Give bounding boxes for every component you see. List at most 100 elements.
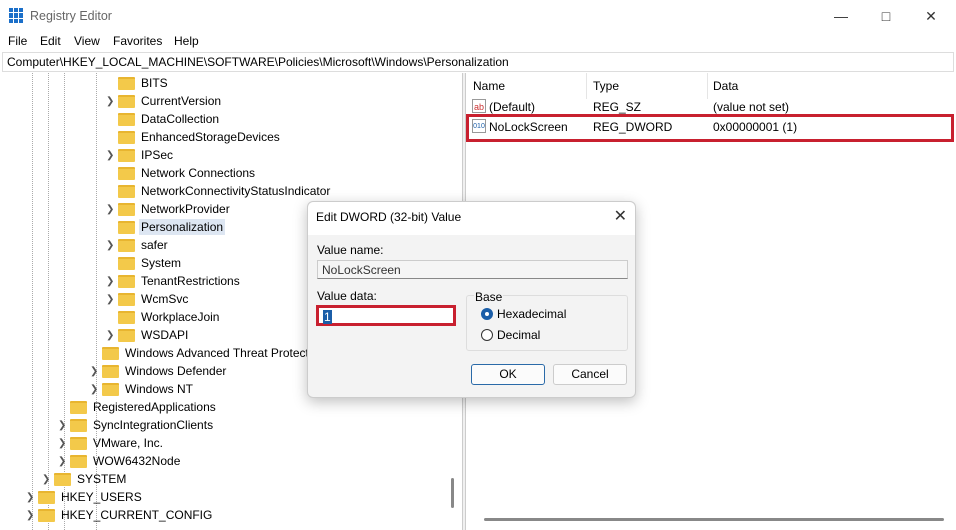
tree-item-label: Network Connections xyxy=(141,166,256,180)
chevron-right-icon[interactable]: ❯ xyxy=(26,492,34,503)
menu-favorites[interactable]: Favorites xyxy=(113,34,162,48)
close-button[interactable]: ✕ xyxy=(916,6,946,26)
tree-item-label: RegisteredApplications xyxy=(93,400,216,414)
tree-item[interactable]: Personalization xyxy=(106,218,226,236)
tree-item-label: HKEY_USERS xyxy=(61,490,142,504)
tree-item[interactable]: ❯ WcmSvc xyxy=(106,290,190,308)
folder-icon xyxy=(38,508,55,522)
chevron-right-icon[interactable]: ❯ xyxy=(106,150,114,161)
tree-item[interactable]: Windows Advanced Threat Protection xyxy=(90,344,327,362)
chevron-right-icon[interactable]: ❯ xyxy=(90,366,98,377)
menu-file[interactable]: File xyxy=(8,34,27,48)
cancel-button[interactable]: Cancel xyxy=(553,364,627,385)
value-name-label: Value name: xyxy=(317,243,384,257)
tree-item[interactable]: ❯ CurrentVersion xyxy=(106,92,223,110)
tree-item-label: Windows NT xyxy=(125,382,194,396)
folder-icon xyxy=(118,166,135,180)
column-name[interactable]: Name xyxy=(473,79,505,93)
tree-item-label: EnhancedStorageDevices xyxy=(141,130,280,144)
chevron-right-icon[interactable]: ❯ xyxy=(106,240,114,251)
tree-item-label: NetworkProvider xyxy=(141,202,230,216)
column-data[interactable]: Data xyxy=(713,79,738,93)
tree-item[interactable]: ❯ HKEY_USERS xyxy=(26,488,144,506)
dialog-title: Edit DWORD (32-bit) Value xyxy=(316,210,462,224)
tree-item[interactable]: ❯ VMware, Inc. xyxy=(58,434,165,452)
tree-item[interactable]: ❯ SYSTEM xyxy=(42,470,128,488)
tree-item-label: WSDAPI xyxy=(141,328,189,342)
address-bar[interactable]: Computer\HKEY_LOCAL_MACHINE\SOFTWARE\Pol… xyxy=(2,52,954,72)
ok-button[interactable]: OK xyxy=(471,364,545,385)
tree-item-label: DataCollection xyxy=(141,112,220,126)
folder-icon xyxy=(38,490,55,504)
chevron-right-icon[interactable]: ❯ xyxy=(58,456,66,467)
tree-item-label: SYSTEM xyxy=(77,472,127,486)
values-scrollbar[interactable] xyxy=(484,518,944,521)
decimal-radio[interactable]: Decimal xyxy=(481,328,540,342)
value-data-input[interactable]: 1 xyxy=(316,305,456,326)
chevron-right-icon[interactable]: ❯ xyxy=(42,474,50,485)
chevron-right-icon[interactable]: ❯ xyxy=(58,438,66,449)
tree-item[interactable]: ❯ Windows Defender xyxy=(90,362,228,380)
tree-item[interactable]: ❯ TenantRestrictions xyxy=(106,272,242,290)
tree-scrollbar[interactable] xyxy=(451,478,454,508)
tree-item[interactable]: System xyxy=(106,254,183,272)
menu-view[interactable]: View xyxy=(74,34,100,48)
tree-item[interactable]: ❯ WOW6432Node xyxy=(58,452,182,470)
column-divider[interactable] xyxy=(586,73,587,99)
edit-dword-dialog: Edit DWORD (32-bit) Value ✕ Value name: … xyxy=(307,201,636,398)
chevron-right-icon[interactable]: ❯ xyxy=(106,294,114,305)
tree-item[interactable]: ❯ SyncIntegrationClients xyxy=(58,416,215,434)
tree-item[interactable]: NetworkConnectivityStatusIndicator xyxy=(106,182,332,200)
minimize-button[interactable]: — xyxy=(826,6,856,26)
value-data-label: Value data: xyxy=(317,289,377,303)
menu-help[interactable]: Help xyxy=(174,34,199,48)
tree-item[interactable]: ❯ Windows NT xyxy=(90,380,195,398)
tree-item-label: CurrentVersion xyxy=(141,94,222,108)
tree-item-label: WOW6432Node xyxy=(93,454,181,468)
tree-item-label: Windows Defender xyxy=(125,364,227,378)
tree-item[interactable]: ❯ NetworkProvider xyxy=(106,200,232,218)
maximize-button[interactable]: □ xyxy=(871,6,901,26)
tree-item[interactable]: WorkplaceJoin xyxy=(106,308,221,326)
chevron-right-icon[interactable]: ❯ xyxy=(106,330,114,341)
tree-item[interactable]: Network Connections xyxy=(106,164,257,182)
tree-item[interactable]: DataCollection xyxy=(106,110,221,128)
tree-item-label: NetworkConnectivityStatusIndicator xyxy=(141,184,331,198)
tree-item[interactable]: ❯ safer xyxy=(106,236,170,254)
folder-icon xyxy=(70,454,87,468)
chevron-right-icon[interactable]: ❯ xyxy=(90,384,98,395)
tree-item[interactable]: ❯ HKEY_CURRENT_CONFIG xyxy=(26,506,214,524)
tree-item-label: safer xyxy=(141,238,168,252)
chevron-right-icon[interactable]: ❯ xyxy=(58,420,66,431)
string-value-icon: ab xyxy=(472,99,486,113)
folder-icon xyxy=(118,220,135,234)
folder-icon xyxy=(70,436,87,450)
title-bar: Registry Editor — □ ✕ xyxy=(0,0,956,32)
tree-item-label: Windows Advanced Threat Protection xyxy=(125,346,325,360)
tree-item-label: BITS xyxy=(141,76,168,90)
menu-edit[interactable]: Edit xyxy=(40,34,61,48)
tree-item[interactable]: ❯ WSDAPI xyxy=(106,326,190,344)
folder-icon xyxy=(102,382,119,396)
value-data: (value not set) xyxy=(713,100,790,114)
tree-item[interactable]: ❯ IPSec xyxy=(106,146,175,164)
hexadecimal-radio[interactable]: Hexadecimal xyxy=(481,307,566,321)
value-name-field: NoLockScreen xyxy=(317,260,628,279)
chevron-right-icon[interactable]: ❯ xyxy=(26,510,34,521)
tree-item-label: WorkplaceJoin xyxy=(141,310,220,324)
tree-item[interactable]: BITS xyxy=(106,74,170,92)
tree-item[interactable]: RegisteredApplications xyxy=(58,398,218,416)
value-data-text: 1 xyxy=(323,310,332,324)
close-icon[interactable]: ✕ xyxy=(614,206,627,226)
chevron-right-icon[interactable]: ❯ xyxy=(106,204,114,215)
radio-selected-icon xyxy=(481,308,493,320)
tree-guide xyxy=(32,73,33,530)
chevron-right-icon[interactable]: ❯ xyxy=(106,276,114,287)
folder-icon xyxy=(102,346,119,360)
tree-item[interactable]: EnhancedStorageDevices xyxy=(106,128,282,146)
tree-item-label: HKEY_CURRENT_CONFIG xyxy=(61,508,213,522)
chevron-right-icon[interactable]: ❯ xyxy=(106,96,114,107)
folder-icon xyxy=(118,328,135,342)
column-divider[interactable] xyxy=(707,73,708,99)
column-type[interactable]: Type xyxy=(593,79,619,93)
